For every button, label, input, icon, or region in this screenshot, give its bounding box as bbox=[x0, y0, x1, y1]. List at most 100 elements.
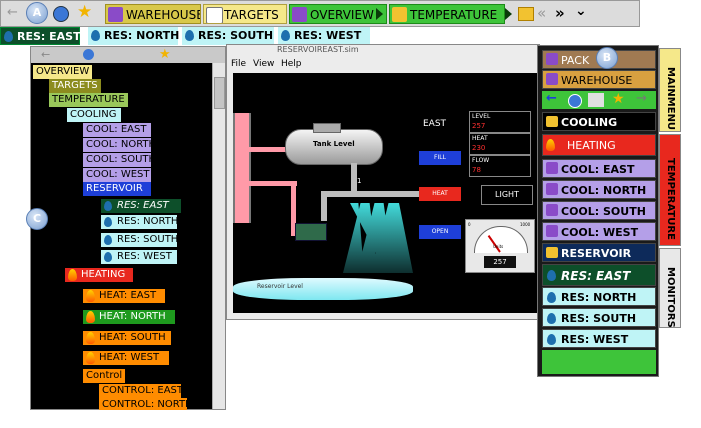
nav-forward-button[interactable]: » bbox=[555, 3, 569, 23]
globe-icon[interactable] bbox=[83, 49, 94, 60]
tree-item-cool-north[interactable]: COOL: NORTH bbox=[83, 138, 156, 152]
vertical-pipe bbox=[233, 113, 251, 223]
fill-button[interactable]: FILL bbox=[419, 151, 461, 165]
menu-item-cool-south[interactable]: COOL: SOUTH bbox=[542, 201, 656, 220]
water-drop-icon bbox=[104, 217, 112, 227]
tab-temperature-side[interactable]: TEMPERATURE bbox=[659, 134, 681, 246]
side-tab-strip: MAINMENU TEMPERATURE MONITORS bbox=[659, 48, 681, 328]
menu-help[interactable]: Help bbox=[281, 57, 302, 71]
water-drop-icon bbox=[104, 235, 112, 245]
tree-item-res-west[interactable]: RES: WEST bbox=[101, 250, 177, 264]
nav-back-button[interactable]: « bbox=[537, 3, 551, 23]
tree-item-heat-south[interactable]: HEAT: SOUTH bbox=[83, 331, 171, 345]
tree-item-heating-label: HEATING bbox=[81, 269, 126, 280]
open-button[interactable]: OPEN bbox=[419, 225, 461, 239]
tab-monitors[interactable]: MONITORS bbox=[659, 248, 681, 328]
tree-item-control[interactable]: Control bbox=[83, 369, 126, 383]
tree-item-heat-west-label: HEAT: WEST bbox=[99, 352, 160, 363]
tree-item-control-east[interactable]: CONTROL: EAST bbox=[99, 384, 183, 398]
menu-file[interactable]: File bbox=[231, 57, 246, 71]
menu-nav-toolbar: ← ★ → bbox=[542, 91, 656, 109]
flow-box: FLOW 78 bbox=[469, 155, 531, 177]
water-drop-icon bbox=[281, 30, 290, 41]
gauge-readout: 257 bbox=[484, 256, 516, 268]
globe-icon[interactable] bbox=[568, 94, 582, 108]
tab-mainmenu[interactable]: MAINMENU bbox=[659, 48, 681, 132]
tree-item-heating[interactable]: HEATING bbox=[65, 268, 133, 282]
menu-item-cool-east[interactable]: COOL: EAST bbox=[542, 159, 656, 178]
star-icon[interactable]: ★ bbox=[77, 3, 95, 21]
menu-item-cool-east-label: COOL: EAST bbox=[561, 163, 635, 176]
menu-item-res-north-label: RES: NORTH bbox=[561, 291, 637, 304]
menu-item-cooling[interactable]: COOLING bbox=[542, 112, 656, 131]
folder-icon bbox=[546, 116, 558, 127]
star-icon[interactable]: ★ bbox=[159, 47, 171, 62]
menu-item-res-north[interactable]: RES: NORTH bbox=[542, 287, 656, 306]
tab-res-north[interactable]: RES: NORTH bbox=[88, 27, 179, 45]
water-drop-icon bbox=[547, 313, 556, 324]
play-arrow-icon[interactable] bbox=[376, 8, 383, 20]
water-drop-icon bbox=[547, 270, 556, 281]
menu-item-res-east[interactable]: RES: EAST bbox=[542, 264, 656, 286]
heat-button[interactable]: HEAT bbox=[419, 187, 461, 201]
tree-item-res-south-label: RES: SOUTH bbox=[117, 234, 179, 245]
tab-overview[interactable]: OVERVIEW bbox=[289, 4, 387, 24]
tree-item-cooling[interactable]: COOLING bbox=[67, 108, 121, 122]
tank-cap bbox=[313, 123, 341, 133]
tree-item-res-south[interactable]: RES: SOUTH bbox=[101, 233, 179, 247]
flame-icon bbox=[86, 311, 95, 323]
process-diagram: Tank Level 1 Reservoir Level EAST LEVEL … bbox=[233, 73, 539, 313]
tree-item-heat-east[interactable]: HEAT: EAST bbox=[83, 289, 165, 303]
tree-item-targets[interactable]: TARGETS bbox=[49, 79, 101, 93]
play-arrow-icon[interactable] bbox=[505, 8, 512, 20]
flow-value: 78 bbox=[472, 166, 481, 174]
reservoir-label: Reservoir Level bbox=[257, 283, 303, 290]
tree-toolbar: ← ★ bbox=[31, 47, 225, 63]
back-arrow-icon[interactable]: ← bbox=[7, 6, 21, 20]
tab-res-south[interactable]: RES: SOUTH bbox=[182, 27, 274, 45]
tab-temperature[interactable]: TEMPERATURE bbox=[389, 4, 505, 24]
tab-warehouse[interactable]: WAREHOUSE bbox=[105, 4, 201, 24]
tree-item-res-east[interactable]: RES: EAST bbox=[101, 199, 181, 213]
tab-res-east[interactable]: RES: EAST bbox=[0, 27, 81, 45]
menu-item-res-south[interactable]: RES: SOUTH bbox=[542, 308, 656, 327]
tree-item-cool-west[interactable]: COOL: WEST bbox=[83, 168, 151, 182]
tree-item-cool-south[interactable]: COOL: SOUTH bbox=[83, 153, 156, 167]
menu-view[interactable]: View bbox=[253, 57, 274, 71]
navigation-tree: ← ★ OVERVIEW TARGETS TEMPERATURE COOLING… bbox=[30, 46, 226, 410]
tree-item-control-north[interactable]: CONTROL: NORTH bbox=[99, 398, 193, 410]
tab-res-west[interactable]: RES: WEST bbox=[278, 27, 370, 45]
back-arrow-icon[interactable]: ← bbox=[41, 48, 50, 61]
tree-item-heat-west[interactable]: HEAT: WEST bbox=[83, 351, 169, 365]
tree-item-res-north[interactable]: RES: NORTH bbox=[101, 215, 178, 229]
tab-warehouse-label: WAREHOUSE bbox=[126, 8, 201, 22]
notepad-icon bbox=[206, 7, 223, 23]
blank-button[interactable] bbox=[588, 93, 604, 107]
menu-item-cool-north[interactable]: COOL: NORTH bbox=[542, 180, 656, 199]
menu-item-res-west[interactable]: RES: WEST bbox=[542, 329, 656, 348]
forward-arrow-icon[interactable]: → bbox=[636, 91, 647, 106]
back-arrow-icon[interactable]: ← bbox=[546, 91, 557, 106]
globe-icon[interactable] bbox=[53, 6, 69, 22]
menu-item-cool-west[interactable]: COOL: WEST bbox=[542, 222, 656, 241]
tree-item-reservoir[interactable]: RESERVOIR bbox=[83, 182, 151, 196]
tree-item-heat-north[interactable]: HEAT: NORTH bbox=[83, 310, 175, 324]
scrollbar-thumb[interactable] bbox=[214, 77, 225, 109]
tree-item-temperature[interactable]: TEMPERATURE bbox=[49, 93, 128, 107]
star-icon[interactable]: ★ bbox=[612, 91, 625, 107]
tree-scrollbar[interactable] bbox=[212, 63, 225, 409]
menu-item-heating[interactable]: HEATING bbox=[542, 134, 656, 156]
tree-item-overview[interactable]: OVERVIEW bbox=[33, 65, 93, 79]
folder-icon[interactable] bbox=[518, 7, 534, 21]
tree-item-heat-east-label: HEAT: EAST bbox=[99, 290, 157, 301]
menu-item-reservoir[interactable]: RESERVOIR bbox=[542, 243, 656, 262]
callout-a: A bbox=[26, 2, 48, 24]
heat-label: HEAT bbox=[472, 135, 488, 142]
menu-item-warehouse[interactable]: WAREHOUSE bbox=[542, 70, 656, 89]
gauge-tick-1000: 1000 bbox=[520, 222, 531, 227]
tab-targets[interactable]: TARGETS bbox=[203, 4, 287, 24]
tree-item-cool-east[interactable]: COOL: EAST bbox=[83, 123, 151, 137]
tab-res-west-label: RES: WEST bbox=[294, 29, 362, 42]
dropdown-button[interactable]: ⌄ bbox=[575, 1, 589, 21]
water-drop-icon bbox=[547, 334, 556, 345]
